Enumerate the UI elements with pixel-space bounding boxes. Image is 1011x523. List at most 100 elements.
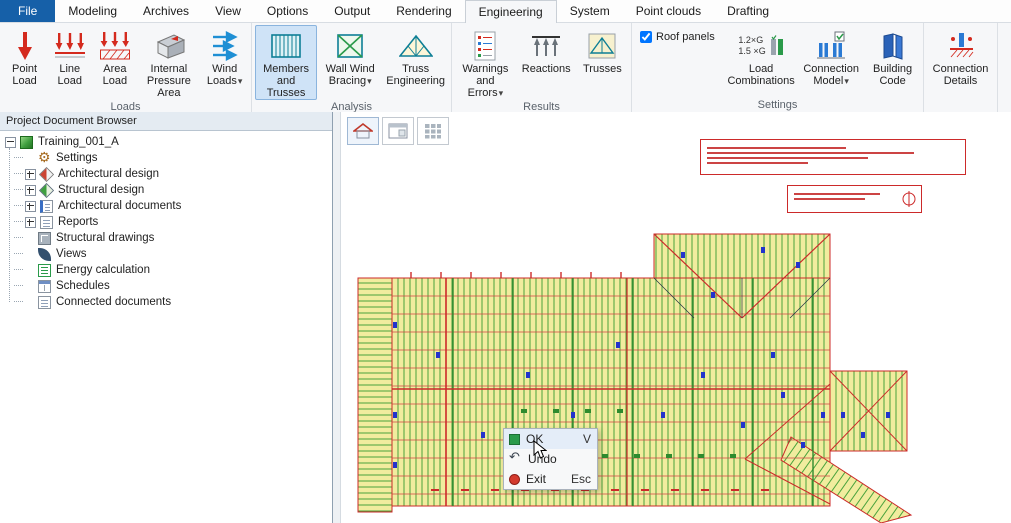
project-tree: Training_001_A Settings Architectural de…	[0, 131, 332, 523]
truss-engineering-button[interactable]: Truss Engineering	[383, 25, 448, 100]
internal-pressure-area-icon	[152, 29, 186, 63]
line-load-button[interactable]: Line Load	[48, 25, 91, 100]
roof-panels-checkbox-row: Roof panels	[634, 25, 724, 43]
load-combinations-icon	[770, 35, 784, 57]
building-code-icon	[880, 29, 906, 63]
point-load-button[interactable]: Point Load	[3, 25, 46, 100]
tab-point-clouds[interactable]: Point clouds	[623, 0, 714, 22]
energy-grid-icon	[38, 264, 51, 277]
tree-item-reports[interactable]: Reports	[0, 214, 332, 230]
tree-item-architectural-design[interactable]: Architectural design	[0, 166, 332, 182]
tree-item-label: Training_001_A	[38, 136, 119, 148]
tree-item-label: Architectural design	[58, 168, 159, 180]
tree-connector	[14, 221, 23, 223]
exit-red-dot-icon	[509, 474, 520, 485]
ok-green-square-icon	[509, 434, 520, 445]
tree-connector	[14, 269, 23, 271]
expand-icon[interactable]	[25, 185, 36, 196]
section-mark-note	[787, 185, 922, 213]
project-cube-icon	[20, 136, 33, 149]
undo-arrow-icon	[509, 454, 522, 465]
ribbon-group-settings: Roof panels 1.2×G 1.5 ×G	[632, 23, 924, 113]
chevron-down-icon	[366, 75, 372, 87]
context-menu-label: Undo	[528, 452, 557, 466]
tree-item-connected-documents[interactable]: Connected documents	[0, 294, 332, 310]
layout-icon	[388, 123, 408, 139]
load-combinations-button[interactable]: 1.2×G 1.5 ×G Load Combinations	[725, 25, 797, 98]
tree-item-label: Views	[56, 248, 86, 260]
truss-engineering-icon	[399, 29, 433, 63]
tab-system[interactable]: System	[557, 0, 623, 22]
tab-file[interactable]: File	[0, 0, 55, 22]
connection-model-icon	[816, 29, 846, 63]
tab-archives[interactable]: Archives	[130, 0, 202, 22]
expand-icon[interactable]	[25, 201, 36, 212]
ribbon-group-label-settings: Settings	[634, 98, 921, 113]
tree-item-energy-calculation[interactable]: Energy calculation	[0, 262, 332, 278]
area-load-button[interactable]: Area Load	[93, 25, 136, 100]
layout-view-button[interactable]	[382, 117, 414, 145]
reactions-button[interactable]: Reactions	[518, 25, 575, 100]
tree-connector	[14, 285, 23, 287]
expand-icon[interactable]	[25, 169, 36, 180]
members-and-trusses-button[interactable]: Members and Trusses	[255, 25, 317, 100]
tree-item-structural-drawings[interactable]: Structural drawings	[0, 230, 332, 246]
tree-item-label: Schedules	[56, 280, 110, 292]
warnings-and-errors-button[interactable]: Warnings and Errors	[455, 25, 516, 100]
report-icon	[40, 216, 53, 229]
project-document-browser-panel: Project Document Browser Training_001_A …	[0, 112, 333, 523]
tree-item-architectural-documents[interactable]: Architectural documents	[0, 198, 332, 214]
wind-loads-button[interactable]: Wind Loads	[201, 25, 248, 100]
tab-view[interactable]: View	[202, 0, 254, 22]
tree-item-label: Structural drawings	[56, 232, 154, 244]
tab-options[interactable]: Options	[254, 0, 321, 22]
context-menu: OK V Undo Exit Esc	[503, 428, 598, 490]
ribbon: Point Load Line Load	[0, 23, 1011, 114]
trusses-button[interactable]: Trusses	[577, 25, 628, 100]
wind-loads-label: Wind Loads	[207, 63, 237, 87]
context-menu-shortcut: V	[583, 432, 591, 446]
context-menu-label: OK	[526, 432, 543, 446]
context-menu-item-undo[interactable]: Undo	[504, 449, 597, 469]
grid-view-button[interactable]	[417, 117, 449, 145]
tree-item-schedules[interactable]: Schedules	[0, 278, 332, 294]
tree-item-label: Energy calculation	[56, 264, 150, 276]
wall-wind-bracing-button[interactable]: Wall Wind Bracing	[319, 25, 381, 100]
application-window: File Modeling Archives View Options Outp…	[0, 0, 1011, 523]
tab-modeling[interactable]: Modeling	[55, 0, 130, 22]
context-menu-item-exit[interactable]: Exit Esc	[504, 469, 597, 489]
title-block-note	[700, 139, 966, 175]
grid-icon	[424, 123, 442, 139]
tree-connector	[14, 189, 23, 191]
expand-icon[interactable]	[25, 217, 36, 228]
building-code-button[interactable]: Building Code	[865, 25, 920, 98]
home-view-button[interactable]	[347, 117, 379, 145]
ribbon-group-connection-details: Connection Details	[924, 23, 998, 113]
document-icon	[38, 296, 51, 309]
ribbon-group-label-extra	[926, 98, 995, 113]
context-menu-item-ok[interactable]: OK V	[504, 429, 597, 449]
line-load-label: Line Load	[57, 63, 81, 87]
connection-details-button[interactable]: Connection Details	[927, 25, 994, 98]
point-load-label: Point Load	[12, 63, 37, 87]
members-and-trusses-label: Members and Trusses	[263, 63, 309, 99]
tab-rendering[interactable]: Rendering	[383, 0, 464, 22]
drawing-icon	[38, 232, 51, 245]
chevron-down-icon	[843, 75, 849, 87]
reactions-icon	[531, 29, 561, 63]
tree-item-structural-design[interactable]: Structural design	[0, 182, 332, 198]
tab-engineering[interactable]: Engineering	[465, 0, 557, 23]
collapse-icon[interactable]	[5, 137, 16, 148]
tab-drafting[interactable]: Drafting	[714, 0, 782, 22]
tree-item-views[interactable]: Views	[0, 246, 332, 262]
ribbon-group-loads: Point Load Line Load	[0, 23, 252, 113]
drawing-canvas[interactable]: OK V Undo Exit Esc	[341, 112, 1011, 523]
roof-panels-checkbox[interactable]	[640, 31, 652, 43]
members-and-trusses-icon	[271, 29, 301, 63]
connection-model-button[interactable]: Connection Model	[799, 25, 863, 98]
internal-pressure-area-button[interactable]: Internal Pressure Area	[138, 25, 199, 100]
panel-splitter[interactable]	[333, 112, 341, 523]
warnings-and-errors-icon	[473, 29, 497, 63]
tree-item-settings[interactable]: Settings	[0, 150, 332, 166]
tab-output[interactable]: Output	[321, 0, 383, 22]
